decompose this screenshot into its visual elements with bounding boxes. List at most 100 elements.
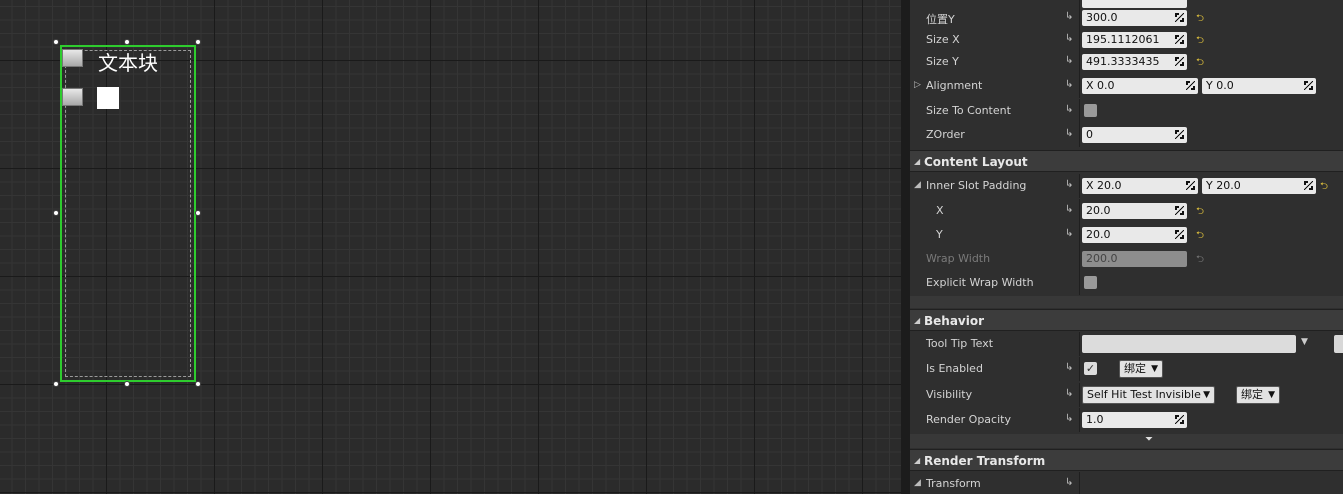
section-render-transform[interactable]: ◢ Render Transform — [910, 449, 1343, 471]
alignment-x-field[interactable]: X 0.0 — [1082, 78, 1198, 94]
binding-icon[interactable]: ↳ — [1065, 228, 1073, 239]
binding-icon[interactable]: ↳ — [1065, 128, 1073, 139]
bind-button-partial[interactable] — [1334, 335, 1343, 353]
visibility-bind-button[interactable]: 绑定 ▼ — [1236, 386, 1280, 404]
property-label: Wrap Width — [926, 252, 991, 265]
resize-handle-bottom[interactable] — [124, 381, 130, 387]
details-panel: 位置Y ↳ 300.0 ⮌ Size X ↳ 195.1112061 ⮌ Siz… — [910, 0, 1343, 494]
wrap-width-field: 200.0 — [1082, 251, 1187, 267]
widget-inner-border — [65, 50, 191, 377]
property-label: X — [936, 204, 944, 217]
property-label: Size X — [926, 33, 960, 46]
position-y-field[interactable]: 300.0 — [1082, 10, 1187, 26]
property-label: 位置Y — [926, 13, 955, 26]
inner-slot-padding-x-field[interactable]: X 20.0 — [1082, 178, 1198, 194]
property-label: Inner Slot Padding — [926, 179, 1027, 192]
binding-icon[interactable]: ↳ — [1065, 79, 1073, 90]
binding-icon[interactable]: ↳ — [1065, 413, 1073, 424]
padding-y-field[interactable]: 20.0 — [1082, 227, 1187, 243]
resize-handle-left[interactable] — [53, 210, 59, 216]
checkbox-widget-1[interactable] — [62, 49, 83, 67]
property-row-wrap-width: Wrap Width 200.0 ⮌ — [910, 247, 1343, 271]
property-label: Render Opacity — [926, 413, 1011, 426]
binding-icon[interactable]: ↳ — [1065, 388, 1073, 399]
property-label: Visibility — [926, 388, 973, 401]
property-label: Alignment — [926, 79, 983, 92]
collapse-arrow-icon[interactable]: ◢ — [914, 180, 921, 190]
expand-advanced-icon[interactable]: ⏷ — [1145, 434, 1153, 445]
reset-arrow-icon[interactable]: ⮌ — [1196, 228, 1204, 245]
text-block-widget[interactable]: 文本块 — [98, 47, 158, 76]
size-y-field[interactable]: 491.3333435 — [1082, 54, 1187, 70]
alignment-y-field[interactable]: Y 0.0 — [1202, 78, 1316, 94]
checkbox-widget-2[interactable] — [62, 88, 83, 106]
property-row-visibility: Visibility ↳ Self Hit Test Invisible ▼ 绑定… — [910, 383, 1343, 407]
designer-canvas[interactable]: 文本块 — [0, 0, 901, 494]
reset-arrow-icon[interactable]: ⮌ — [1196, 55, 1204, 72]
property-label: Size Y — [926, 55, 959, 68]
resize-handle-right[interactable] — [195, 210, 201, 216]
collapse-arrow-icon: ◢ — [914, 316, 921, 325]
section-spacer — [910, 296, 1343, 308]
property-row-tooltip-text: Tool Tip Text ▼ — [910, 332, 1343, 356]
property-row-is-enabled: Is Enabled ↳ ✓ 绑定 ▼ — [910, 357, 1343, 381]
image-widget[interactable] — [97, 87, 119, 109]
property-label: Explicit Wrap Width — [926, 276, 1034, 289]
binding-icon[interactable]: ↳ — [1065, 55, 1073, 66]
section-title: Render Transform — [924, 454, 1046, 468]
property-row-size-y: Size Y ↳ 491.3333435 ⮌ — [910, 50, 1343, 74]
property-label: ZOrder — [926, 128, 965, 141]
property-row-render-opacity: Render Opacity ↳ 1.0 — [910, 408, 1343, 432]
property-row-padding-x: X ↳ 20.0 ⮌ — [910, 199, 1343, 223]
property-row-position-y: 位置Y ↳ 300.0 ⮌ — [910, 6, 1343, 30]
section-behavior[interactable]: ◢ Behavior — [910, 309, 1343, 331]
property-label: Y — [936, 228, 943, 241]
size-to-content-checkbox[interactable] — [1084, 104, 1097, 117]
collapse-arrow-icon: ◢ — [914, 456, 921, 465]
property-row-padding-y: Y ↳ 20.0 ⮌ — [910, 223, 1343, 247]
reset-arrow-icon[interactable]: ⮌ — [1196, 33, 1204, 50]
collapse-arrow-icon[interactable]: ◢ — [914, 478, 921, 488]
inner-slot-padding-y-field[interactable]: Y 20.0 — [1202, 178, 1316, 194]
binding-icon[interactable]: ↳ — [1065, 477, 1073, 488]
is-enabled-checkbox[interactable]: ✓ — [1084, 362, 1097, 375]
expand-arrow-icon[interactable]: ▷ — [914, 80, 921, 90]
reset-arrow-icon[interactable]: ⮌ — [1196, 204, 1204, 221]
property-row-explicit-wrap-width: Explicit Wrap Width — [910, 271, 1343, 295]
property-label: Size To Content — [926, 104, 1011, 117]
size-x-field[interactable]: 195.1112061 — [1082, 32, 1187, 48]
binding-icon[interactable]: ↳ — [1065, 104, 1073, 115]
resize-handle-top-left[interactable] — [53, 39, 59, 45]
binding-icon[interactable]: ↳ — [1065, 33, 1073, 44]
reset-arrow-icon[interactable]: ⮌ — [1320, 179, 1328, 196]
section-title: Content Layout — [924, 155, 1028, 169]
chevron-down-icon[interactable]: ▼ — [1301, 337, 1308, 347]
render-opacity-field[interactable]: 1.0 — [1082, 412, 1187, 428]
resize-handle-top[interactable] — [124, 39, 130, 45]
property-row-size-x: Size X ↳ 195.1112061 ⮌ — [910, 28, 1343, 52]
property-label: Tool Tip Text — [926, 337, 994, 350]
explicit-wrap-width-checkbox[interactable] — [1084, 276, 1097, 289]
binding-icon[interactable]: ↳ — [1065, 204, 1073, 215]
property-row-zorder: ZOrder ↳ 0 — [910, 123, 1343, 147]
resize-handle-bottom-left[interactable] — [53, 381, 59, 387]
tooltip-text-field[interactable] — [1082, 335, 1296, 353]
binding-icon[interactable]: ↳ — [1065, 179, 1073, 190]
padding-x-field[interactable]: 20.0 — [1082, 203, 1187, 219]
property-row-alignment: ▷ Alignment ↳ X 0.0 Y 0.0 — [910, 74, 1343, 98]
binding-icon[interactable]: ↳ — [1065, 11, 1073, 22]
panel-splitter[interactable] — [901, 0, 910, 494]
property-row-inner-slot-padding: ◢ Inner Slot Padding ↳ X 20.0 Y 20.0 ⮌ — [910, 174, 1343, 198]
property-label: Is Enabled — [926, 362, 983, 375]
zorder-field[interactable]: 0 — [1082, 127, 1187, 143]
visibility-dropdown[interactable]: Self Hit Test Invisible ▼ — [1082, 386, 1215, 404]
advanced-expander[interactable]: ⏷ — [910, 434, 1343, 448]
resize-handle-top-right[interactable] — [195, 39, 201, 45]
reset-arrow-icon[interactable]: ⮌ — [1196, 11, 1204, 28]
is-enabled-bind-button[interactable]: 绑定 ▼ — [1119, 360, 1163, 378]
property-row-size-to-content: Size To Content ↳ — [910, 99, 1343, 123]
binding-icon[interactable]: ↳ — [1065, 362, 1073, 373]
property-label: Transform — [926, 477, 981, 490]
section-content-layout[interactable]: ◢ Content Layout — [910, 150, 1343, 172]
resize-handle-bottom-right[interactable] — [195, 381, 201, 387]
